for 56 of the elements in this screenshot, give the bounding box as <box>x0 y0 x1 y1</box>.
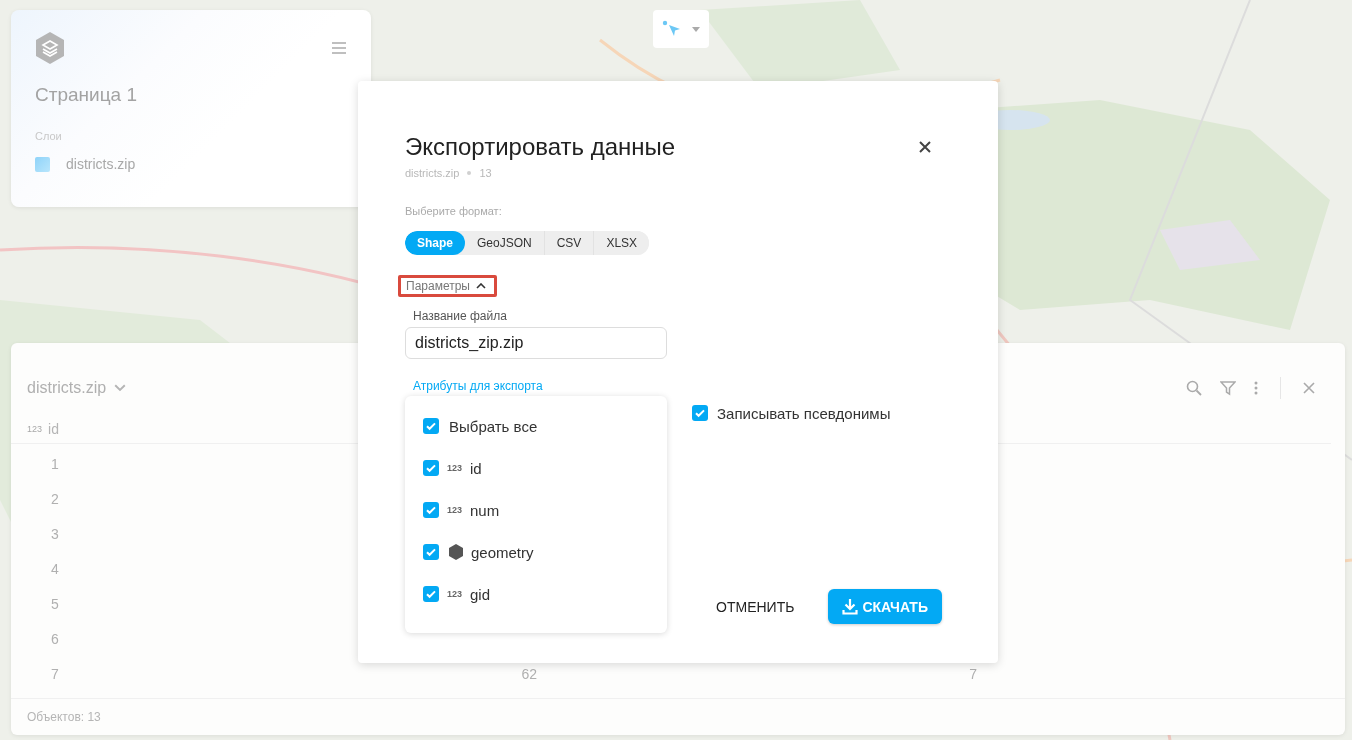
type-label: 123 <box>447 463 463 473</box>
checkbox[interactable] <box>423 544 439 560</box>
filter-icon[interactable] <box>1220 380 1236 396</box>
checkbox[interactable] <box>692 405 708 421</box>
attribute-label: gid <box>470 585 491 603</box>
layer-name[interactable]: districts.zip <box>66 156 136 172</box>
cursor-icon <box>662 20 682 38</box>
checkbox[interactable] <box>423 418 439 434</box>
logo-icon <box>35 32 65 64</box>
download-icon <box>842 598 859 615</box>
checkbox[interactable] <box>423 502 439 518</box>
page-title: Страница 1 <box>35 84 138 106</box>
parameters-toggle[interactable]: Параметры <box>398 275 497 297</box>
more-icon[interactable] <box>1254 381 1258 395</box>
checkbox[interactable] <box>423 460 439 476</box>
type-label: 123 <box>447 589 463 599</box>
close-button[interactable] <box>917 139 933 155</box>
chevron-down-icon <box>114 384 127 392</box>
dialog-title: Экспортировать данные <box>405 133 676 161</box>
file-name-field[interactable]: districts_zip.zip <box>405 327 667 359</box>
field-label: Название файла <box>413 309 508 323</box>
format-label: Выберите формат: <box>405 205 503 217</box>
table-cell: 7 <box>51 665 59 682</box>
attribute-label: id <box>470 459 482 477</box>
cancel-button[interactable]: ОТМЕНИТЬ <box>712 590 799 623</box>
table-cell: 2 <box>51 490 59 507</box>
table-cell: 6 <box>51 630 59 647</box>
object-count: Объектов: 13 <box>27 710 101 724</box>
type-label: 123 <box>27 424 43 434</box>
search-icon[interactable] <box>1186 380 1202 396</box>
layer-swatch-icon <box>35 156 50 172</box>
close-icon[interactable] <box>1303 382 1315 394</box>
checkbox[interactable] <box>423 586 439 602</box>
file-name: districts.zip <box>405 167 460 179</box>
table-cell: 62 <box>521 665 537 682</box>
hexagon-icon <box>449 544 463 560</box>
menu-icon[interactable] <box>332 42 346 54</box>
table-cell: 4 <box>51 560 59 577</box>
attribute-label: num <box>470 501 500 519</box>
attribute-label: Выбрать все <box>449 417 538 435</box>
format-tab[interactable]: Shape <box>405 231 465 255</box>
download-button[interactable]: СКАЧАТЬ <box>828 589 942 624</box>
attributes-label: Атрибуты для экспорта <box>413 379 544 393</box>
select-tool-button[interactable] <box>653 10 709 48</box>
chevron-up-icon <box>475 283 486 289</box>
separator-dot-icon <box>467 171 472 175</box>
table-cell: 3 <box>51 525 59 542</box>
table-cell: 7 <box>969 665 977 682</box>
format-tab[interactable]: XLSX <box>593 231 650 255</box>
type-label: 123 <box>447 505 463 515</box>
checkbox-label: Записывать псевдонимы <box>717 404 891 422</box>
attribute-label: geometry <box>471 543 534 561</box>
table-cell: 1 <box>51 455 59 472</box>
table-cell: 5 <box>51 595 59 612</box>
caret-icon <box>692 26 700 32</box>
object-count: 13 <box>479 167 492 179</box>
